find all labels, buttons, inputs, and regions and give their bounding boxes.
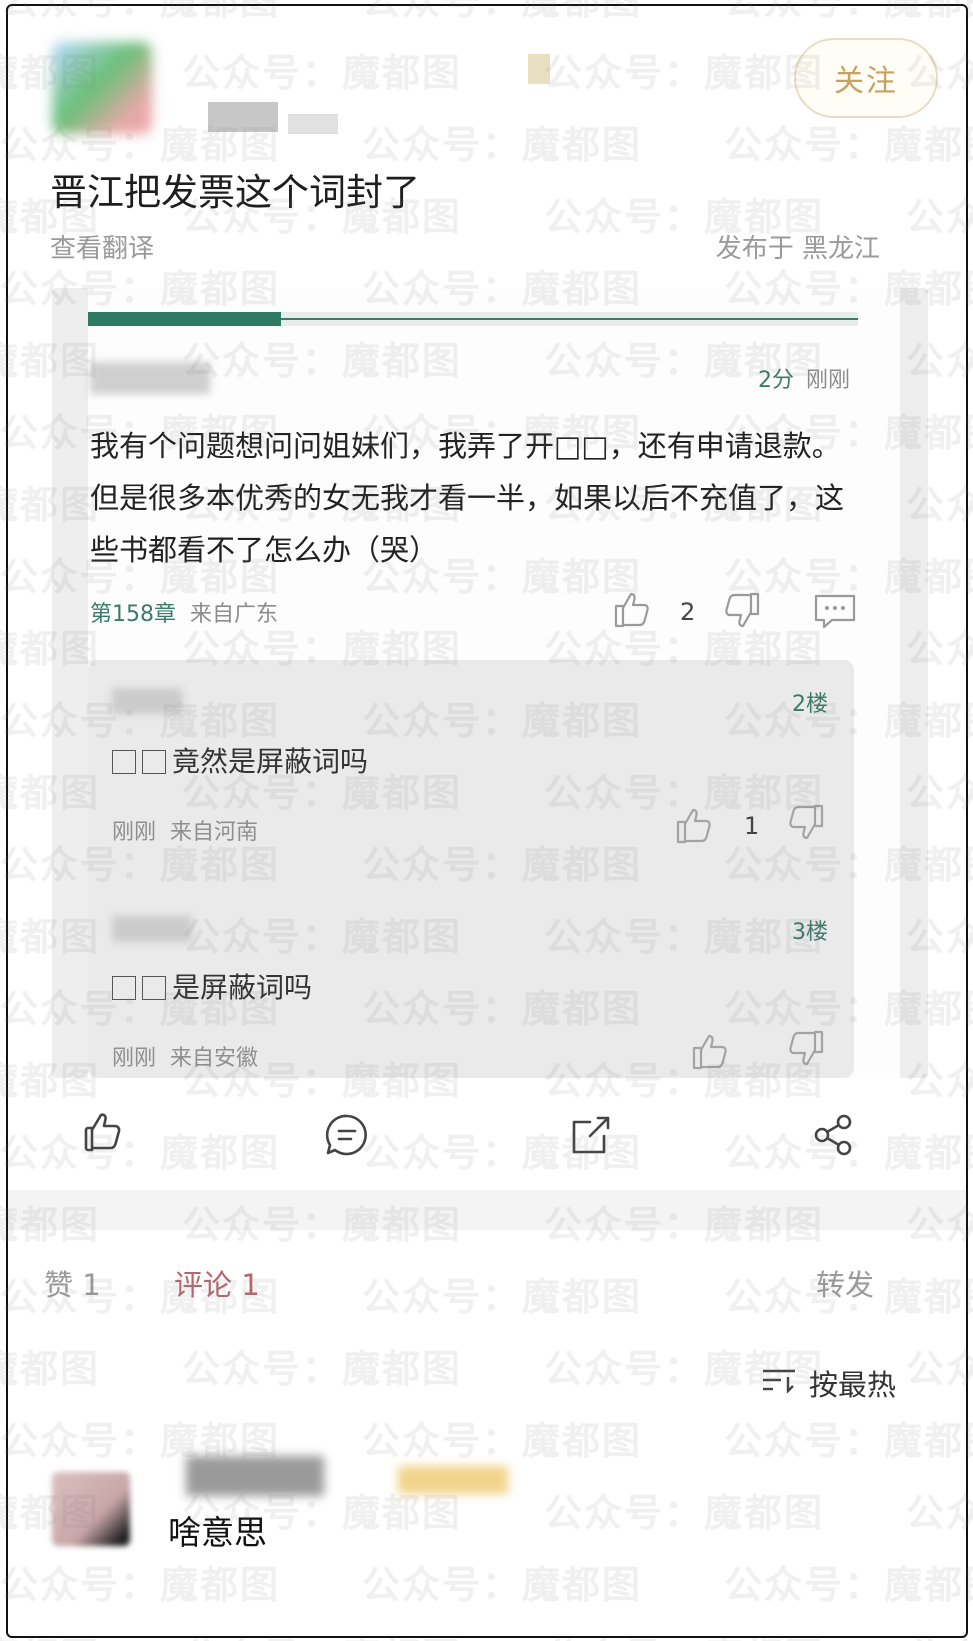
thumb-up-icon[interactable]: [690, 1030, 732, 1072]
reply-2-name-blurred: [112, 916, 192, 942]
author-badge-blurred: [528, 54, 550, 84]
post-location: 发布于 黑龙江: [715, 234, 880, 264]
sort-label: 按最热: [808, 1368, 896, 1402]
thumb-down-icon[interactable]: [784, 1028, 826, 1070]
comment-meta: 2分 刚刚: [758, 362, 850, 394]
reply-2-meta: 刚刚 来自安徽: [112, 1046, 259, 1071]
forward-tab[interactable]: 转发: [816, 1262, 874, 1304]
share-out-icon[interactable]: [568, 1112, 614, 1158]
thumb-up-icon[interactable]: [80, 1108, 124, 1156]
censored-box: [142, 750, 166, 774]
comment-like-count: 2: [680, 598, 696, 626]
comment-time: 刚刚: [805, 368, 850, 393]
comment-text: 我有个问题想问问姐妹们，我弄了开□□，还有申请退款。但是很多本优秀的女无我才看一…: [90, 429, 845, 567]
censored-box: [142, 976, 166, 1000]
sort-icon: [761, 1366, 797, 1400]
censored-box: [112, 976, 136, 1000]
comment-score: 2分: [757, 368, 794, 393]
post-title: 晋江把发票这个词封了: [50, 171, 420, 214]
reply-1-like-count: 1: [744, 812, 760, 840]
reply-1-name-blurred: [112, 688, 182, 714]
replier-avatar[interactable]: [52, 1472, 130, 1546]
post-action-bar: [8, 1108, 966, 1172]
replier-badge-blurred: [398, 1466, 508, 1494]
likes-tab[interactable]: 赞 1: [44, 1262, 101, 1304]
comment-from: 来自广东: [190, 602, 279, 627]
comment-chapter: 第158章: [90, 602, 176, 627]
reply-2-text: 是屏蔽词吗: [112, 966, 312, 1006]
thumb-down-icon[interactable]: [784, 802, 826, 844]
post-detail-screen: 关注 晋江把发票这个词封了 查看翻译 发布于 黑龙江 2分 刚刚 我有个问题想问问…: [6, 4, 968, 1638]
author-name-blurred-2: [288, 114, 338, 134]
translate-link[interactable]: 查看翻译: [50, 228, 154, 265]
follow-button[interactable]: 关注: [794, 38, 938, 118]
reply-list: 2楼 竟然是屏蔽词吗 刚刚 来自河南 1 3楼 是屏蔽词吗 刚刚 来自安徽: [88, 660, 854, 1078]
reply-text: 啥意思: [168, 1513, 267, 1552]
reply-bubble-icon[interactable]: [812, 592, 858, 630]
embedded-screenshot[interactable]: 2分 刚刚 我有个问题想问问姐妹们，我弄了开□□，还有申请退款。但是很多本优秀的女…: [52, 288, 928, 1078]
comment-icon[interactable]: [324, 1112, 370, 1158]
replier-name-blurred[interactable]: [186, 1456, 324, 1496]
screenshot-content: 2分 刚刚 我有个问题想问问姐妹们，我弄了开□□，还有申请退款。但是很多本优秀的女…: [88, 288, 900, 1078]
reading-progress-fill: [88, 312, 281, 326]
sort-selector[interactable]: 按最热: [761, 1362, 896, 1404]
reply-1-text: 竟然是屏蔽词吗: [112, 740, 368, 780]
reply-1-floor: 2楼: [792, 692, 828, 717]
thumb-up-icon[interactable]: [674, 804, 716, 846]
commenter-name-blurred: [90, 362, 210, 394]
censored-box: [112, 750, 136, 774]
author-name-blurred[interactable]: [208, 102, 278, 132]
share-icon[interactable]: [810, 1112, 856, 1158]
section-divider: [8, 1190, 966, 1230]
author-avatar[interactable]: [52, 42, 152, 134]
thumb-up-icon[interactable]: [612, 588, 654, 630]
comments-tab[interactable]: 评论 1: [174, 1262, 260, 1304]
reply-1-meta: 刚刚 来自河南: [112, 820, 259, 845]
thumb-down-icon[interactable]: [720, 590, 762, 632]
reply-2-floor: 3楼: [792, 920, 828, 945]
comment-footer: 第158章 来自广东: [90, 596, 278, 628]
